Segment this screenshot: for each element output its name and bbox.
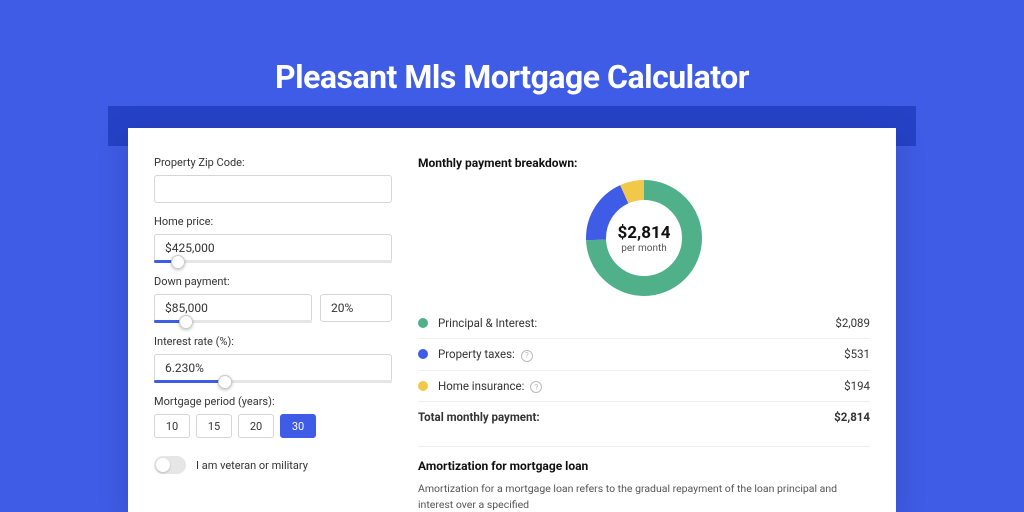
calculator-card: Property Zip Code: Home price: Down paym… — [128, 128, 896, 512]
legend-dot — [418, 381, 428, 391]
legend-total-value: $2,814 — [834, 410, 870, 424]
legend-value: $531 — [844, 347, 870, 361]
veteran-toggle[interactable] — [154, 456, 186, 474]
veteran-label: I am veteran or military — [196, 459, 308, 472]
interest-input[interactable] — [154, 354, 392, 382]
down-payment-group: Down payment: — [154, 275, 392, 323]
period-button-15[interactable]: 15 — [196, 414, 232, 438]
legend-row: Principal & Interest:$2,089 — [418, 308, 870, 338]
down-payment-slider[interactable] — [154, 320, 312, 323]
amortization-section: Amortization for mortgage loan Amortizat… — [418, 446, 870, 512]
amortization-heading: Amortization for mortgage loan — [418, 459, 870, 473]
veteran-row: I am veteran or military — [154, 456, 392, 474]
legend-row: Property taxes:?$531 — [418, 338, 870, 370]
down-payment-pct-input[interactable] — [320, 294, 392, 322]
legend-dot — [418, 349, 428, 359]
period-button-10[interactable]: 10 — [154, 414, 190, 438]
donut-center: $2,814 per month — [584, 178, 704, 298]
zip-input[interactable] — [154, 175, 392, 203]
donut-chart: $2,814 per month — [584, 178, 704, 298]
info-icon[interactable]: ? — [530, 381, 542, 393]
period-button-30[interactable]: 30 — [280, 414, 316, 438]
legend-value: $194 — [844, 379, 870, 393]
amortization-body: Amortization for a mortgage loan refers … — [418, 481, 870, 512]
legend-name: Principal & Interest: — [438, 316, 835, 330]
zip-group: Property Zip Code: — [154, 156, 392, 203]
page-title: Pleasant Mls Mortgage Calculator — [0, 0, 1024, 96]
period-label: Mortgage period (years): — [154, 395, 392, 408]
home-price-input[interactable] — [154, 234, 392, 262]
legend-value: $2,089 — [835, 316, 870, 330]
period-buttons: 10152030 — [154, 414, 392, 438]
donut-wrap: $2,814 per month — [418, 178, 870, 298]
breakdown-panel: Monthly payment breakdown: $2,814 per mo… — [418, 156, 870, 512]
legend-row: Home insurance:?$194 — [418, 370, 870, 402]
legend-list: Principal & Interest:$2,089Property taxe… — [418, 308, 870, 432]
legend-total-name: Total monthly payment: — [418, 410, 834, 424]
stage: Pleasant Mls Mortgage Calculator Propert… — [0, 0, 1024, 512]
period-button-20[interactable]: 20 — [238, 414, 274, 438]
home-price-slider[interactable] — [154, 260, 392, 263]
home-price-label: Home price: — [154, 215, 392, 228]
form-panel: Property Zip Code: Home price: Down paym… — [154, 156, 392, 512]
legend-total-row: Total monthly payment:$2,814 — [418, 401, 870, 432]
legend-name: Property taxes:? — [438, 347, 844, 362]
down-payment-input[interactable] — [154, 294, 312, 322]
interest-group: Interest rate (%): — [154, 335, 392, 383]
down-payment-label: Down payment: — [154, 275, 392, 288]
breakdown-heading: Monthly payment breakdown: — [418, 156, 870, 170]
donut-sub: per month — [621, 243, 667, 254]
legend-name: Home insurance:? — [438, 379, 844, 394]
interest-slider[interactable] — [154, 380, 392, 383]
info-icon[interactable]: ? — [521, 350, 533, 362]
interest-label: Interest rate (%): — [154, 335, 392, 348]
donut-amount: $2,814 — [618, 223, 671, 243]
zip-label: Property Zip Code: — [154, 156, 392, 169]
legend-dot — [418, 318, 428, 328]
period-group: Mortgage period (years): 10152030 — [154, 395, 392, 438]
home-price-group: Home price: — [154, 215, 392, 263]
